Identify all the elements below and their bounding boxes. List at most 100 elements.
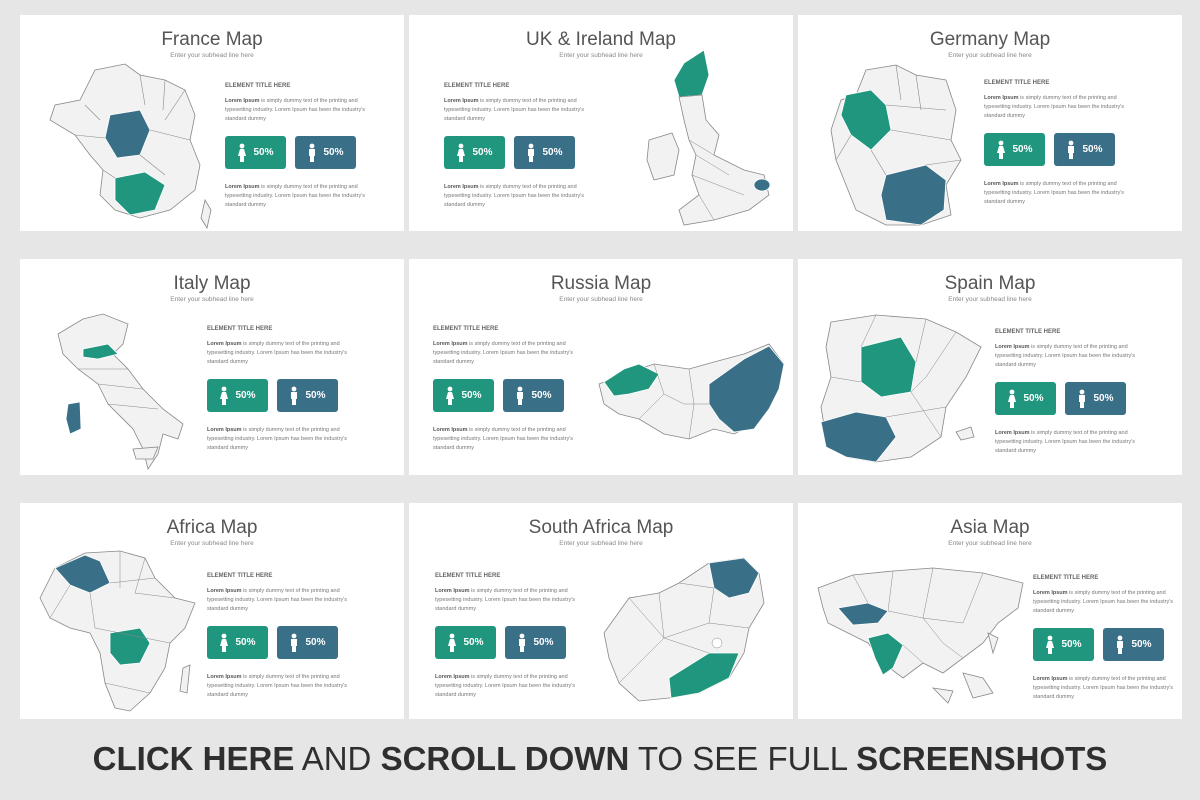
male-stat: 50% bbox=[503, 379, 564, 412]
female-pct: 50% bbox=[472, 147, 493, 158]
south-africa-map bbox=[603, 557, 765, 702]
slide-title: South Africa Map bbox=[528, 517, 674, 538]
male-stat: 50% bbox=[505, 626, 566, 659]
slide-subhead: Enter your subhead line here bbox=[948, 52, 1032, 59]
element-title: ELEMENT TITLE HERE bbox=[995, 329, 1061, 335]
female-stat: 50% bbox=[435, 626, 496, 659]
slide-content: ELEMENT TITLE HERE Lorem Ipsum is simply… bbox=[225, 83, 375, 210]
slide-subhead: Enter your subhead line here bbox=[948, 540, 1032, 547]
slide-italy[interactable]: Italy Map Enter your subhead line here E… bbox=[20, 259, 404, 475]
description-2: Lorem Ipsum is simply dummy text of the … bbox=[435, 674, 576, 698]
slide-france[interactable]: France Map Enter your subhead line here … bbox=[20, 15, 404, 231]
description: Lorem Ipsum is simply dummy text of the … bbox=[444, 98, 585, 122]
description-2: Lorem Ipsum is simply dummy text of the … bbox=[207, 674, 348, 698]
slide-content: ELEMENT TITLE HERE Lorem Ipsum is simply… bbox=[995, 329, 1145, 456]
male-icon bbox=[517, 386, 524, 405]
description: Lorem Ipsum is simply dummy text of the … bbox=[207, 341, 348, 365]
slide-title: Asia Map bbox=[950, 517, 1030, 538]
male-icon bbox=[1068, 140, 1075, 159]
female-icon bbox=[1046, 635, 1055, 654]
slide-title: France Map bbox=[161, 29, 263, 50]
slide-south-africa[interactable]: South Africa Map Enter your subhead line… bbox=[409, 503, 793, 719]
stats-row: 50% 50% bbox=[444, 136, 594, 169]
slide-content: ELEMENT TITLE HERE Lorem Ipsum is simply… bbox=[984, 80, 1134, 207]
female-pct: 50% bbox=[253, 147, 274, 158]
female-pct: 50% bbox=[1023, 393, 1044, 404]
slide-subhead: Enter your subhead line here bbox=[948, 296, 1032, 303]
description-2: Lorem Ipsum is simply dummy text of the … bbox=[225, 184, 366, 208]
slide-subhead: Enter your subhead line here bbox=[170, 296, 254, 303]
slide-title: Italy Map bbox=[173, 273, 251, 294]
female-pct: 50% bbox=[461, 390, 482, 401]
footer-screenshots: SCREENSHOTS bbox=[856, 740, 1108, 777]
footer-to-see: TO SEE FULL bbox=[629, 740, 857, 777]
female-pct: 50% bbox=[463, 637, 484, 648]
female-pct: 50% bbox=[1012, 144, 1033, 155]
description-2: Lorem Ipsum is simply dummy text of the … bbox=[1033, 676, 1174, 700]
female-icon bbox=[1008, 389, 1017, 408]
africa-map bbox=[39, 550, 196, 712]
male-pct: 50% bbox=[533, 637, 554, 648]
description-2: Lorem Ipsum is simply dummy text of the … bbox=[995, 430, 1136, 454]
uk-ireland-map bbox=[646, 49, 771, 226]
germany-map bbox=[830, 64, 962, 226]
female-stat: 50% bbox=[995, 382, 1056, 415]
male-stat: 50% bbox=[1065, 382, 1126, 415]
spain-map bbox=[820, 314, 982, 463]
element-title: ELEMENT TITLE HERE bbox=[433, 326, 499, 332]
slide-title: Germany Map bbox=[929, 29, 1051, 50]
slide-germany[interactable]: Germany Map Enter your subhead line here… bbox=[798, 15, 1182, 231]
slide-content: ELEMENT TITLE HERE Lorem Ipsum is simply… bbox=[207, 573, 357, 700]
footer-click-here[interactable]: CLICK HERE bbox=[93, 740, 295, 777]
footer-scroll-down: SCROLL DOWN bbox=[380, 740, 630, 777]
slide-africa[interactable]: Africa Map Enter your subhead line here … bbox=[20, 503, 404, 719]
slide-spain[interactable]: Spain Map Enter your subhead line here E… bbox=[798, 259, 1182, 475]
male-pct: 50% bbox=[305, 390, 326, 401]
male-icon bbox=[519, 633, 526, 652]
male-stat: 50% bbox=[277, 379, 338, 412]
stats-row: 50% 50% bbox=[995, 382, 1145, 415]
female-stat: 50% bbox=[984, 133, 1045, 166]
description: Lorem Ipsum is simply dummy text of the … bbox=[433, 341, 574, 365]
slide-content: ELEMENT TITLE HERE Lorem Ipsum is simply… bbox=[444, 83, 594, 210]
description: Lorem Ipsum is simply dummy text of the … bbox=[207, 588, 348, 612]
slide-asia[interactable]: Asia Map Enter your subhead line here EL… bbox=[798, 503, 1182, 719]
slide-subhead: Enter your subhead line here bbox=[559, 296, 643, 303]
description: Lorem Ipsum is simply dummy text of the … bbox=[984, 95, 1125, 119]
male-pct: 50% bbox=[531, 390, 552, 401]
female-stat: 50% bbox=[225, 136, 286, 169]
female-stat: 50% bbox=[433, 379, 494, 412]
slide-title: Spain Map bbox=[944, 273, 1036, 294]
female-icon bbox=[220, 386, 229, 405]
stats-row: 50% 50% bbox=[207, 379, 357, 412]
element-title: ELEMENT TITLE HERE bbox=[207, 573, 273, 579]
stats-row: 50% 50% bbox=[225, 136, 375, 169]
stats-row: 50% 50% bbox=[1033, 628, 1182, 661]
female-stat: 50% bbox=[207, 379, 268, 412]
slide-russia[interactable]: Russia Map Enter your subhead line here … bbox=[409, 259, 793, 475]
description-2: Lorem Ipsum is simply dummy text of the … bbox=[207, 427, 348, 451]
slide-content: ELEMENT TITLE HERE Lorem Ipsum is simply… bbox=[433, 326, 583, 453]
male-icon bbox=[1117, 635, 1124, 654]
male-icon bbox=[1079, 389, 1086, 408]
element-title: ELEMENT TITLE HERE bbox=[207, 326, 273, 332]
male-stat: 50% bbox=[1054, 133, 1115, 166]
male-pct: 50% bbox=[323, 147, 344, 158]
stats-row: 50% 50% bbox=[435, 626, 585, 659]
slide-uk-ireland[interactable]: UK & Ireland Map Enter your subhead line… bbox=[409, 15, 793, 231]
male-stat: 50% bbox=[514, 136, 575, 169]
description: Lorem Ipsum is simply dummy text of the … bbox=[1033, 590, 1174, 614]
male-icon bbox=[528, 143, 535, 162]
female-icon bbox=[238, 143, 247, 162]
element-title: ELEMENT TITLE HERE bbox=[444, 83, 510, 89]
description-2: Lorem Ipsum is simply dummy text of the … bbox=[433, 427, 574, 451]
female-icon bbox=[220, 633, 229, 652]
male-stat: 50% bbox=[295, 136, 356, 169]
description-2: Lorem Ipsum is simply dummy text of the … bbox=[984, 181, 1125, 205]
male-pct: 50% bbox=[1131, 639, 1152, 650]
russia-map bbox=[598, 343, 785, 440]
footer-cta[interactable]: CLICK HERE AND SCROLL DOWN TO SEE FULL S… bbox=[0, 740, 1200, 778]
female-icon bbox=[997, 140, 1006, 159]
description: Lorem Ipsum is simply dummy text of the … bbox=[435, 588, 576, 612]
male-stat: 50% bbox=[277, 626, 338, 659]
